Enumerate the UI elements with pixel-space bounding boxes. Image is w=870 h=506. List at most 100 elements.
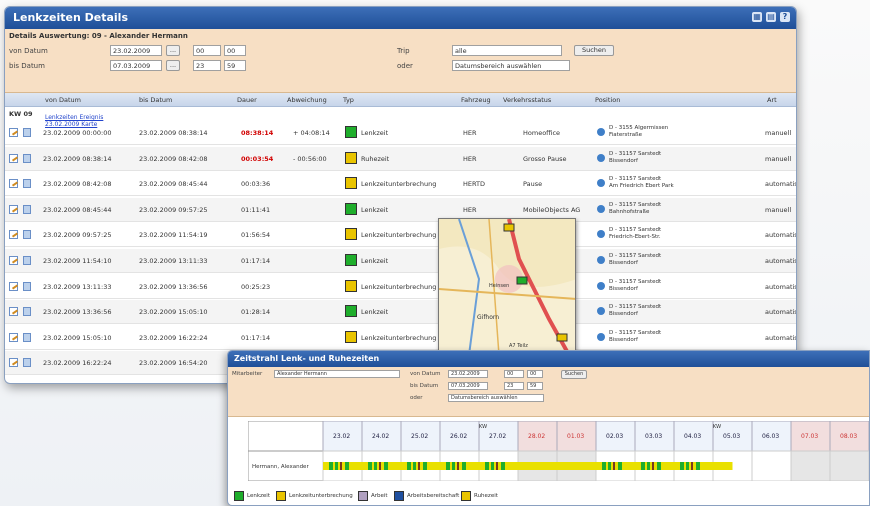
zs-bis-minute[interactable]: 59: [527, 382, 543, 390]
globe-icon[interactable]: [597, 128, 605, 136]
zs-von-minute[interactable]: 00: [527, 370, 543, 378]
cell-dauer: 00:25:23: [241, 282, 271, 291]
table-row[interactable]: 23.02.2009 09:57:25 23.02.2009 11:54:19 …: [5, 223, 796, 248]
table-row[interactable]: 23.02.2009 00:00:00 23.02.2009 08:38:14 …: [5, 121, 796, 145]
window-titlebar: Lenkzeiten Details ▦ ▤ ?: [5, 7, 796, 29]
globe-icon[interactable]: [597, 256, 605, 264]
col-typ[interactable]: Typ: [343, 96, 354, 104]
col-verkehrsstatus[interactable]: Verkehrsstatus: [503, 96, 551, 104]
bis-datum-input[interactable]: 07.03.2009: [110, 60, 162, 71]
von-stunde-input[interactable]: 00: [193, 45, 221, 56]
cell-bis-datum: 23.02.2009 13:11:33: [139, 257, 208, 265]
von-datum-input[interactable]: 23.02.2009: [110, 45, 162, 56]
edit-icon[interactable]: [9, 230, 18, 240]
cell-art: manuell: [765, 205, 792, 214]
col-bis-datum[interactable]: bis Datum: [139, 96, 172, 104]
edit-icon[interactable]: [9, 153, 18, 163]
zs-von-stunde[interactable]: 00: [504, 370, 524, 378]
cell-bis-datum: 23.02.2009 15:05:10: [139, 308, 208, 317]
von-minute-input[interactable]: 00: [224, 45, 246, 56]
delete-icon[interactable]: [23, 281, 31, 291]
trip-select[interactable]: alle: [452, 45, 562, 56]
edit-icon[interactable]: [9, 358, 18, 368]
typ-icon: [345, 305, 357, 318]
edit-icon[interactable]: [9, 204, 18, 214]
delete-icon[interactable]: [23, 128, 31, 137]
delete-icon[interactable]: [23, 204, 31, 214]
delete-icon[interactable]: [23, 332, 31, 342]
zs-bis-stunde[interactable]: 23: [504, 382, 524, 390]
cell-position: D - 31157 Sarstedt Friedrich-Ebert-Str.: [609, 227, 739, 241]
edit-icon[interactable]: [9, 332, 18, 342]
mitarbeiter-label: Mitarbeiter: [232, 371, 263, 377]
zs-von-input[interactable]: 23.02.2009: [448, 370, 488, 378]
zs-suchen-button[interactable]: Suchen: [561, 370, 587, 379]
col-abweichung[interactable]: Abweichung: [287, 96, 327, 104]
cell-art: automatisch: [765, 333, 796, 342]
print-icon[interactable]: ▤: [766, 12, 776, 22]
col-fahrzeug[interactable]: Fahrzeug: [461, 96, 491, 104]
col-dauer[interactable]: Dauer: [237, 96, 257, 104]
von-datum-picker-button[interactable]: ...: [166, 45, 180, 56]
mitarbeiter-select[interactable]: Alexander Hermann: [274, 370, 400, 378]
zs-datumsbereich-select[interactable]: Datumsbereich auswählen: [448, 394, 544, 402]
table-row[interactable]: 23.02.2009 08:42:08 23.02.2009 08:45:44 …: [5, 172, 796, 197]
globe-icon[interactable]: [597, 204, 605, 213]
zeitstrahl-filter: Mitarbeiter Alexander Hermann von Datum …: [228, 367, 869, 417]
export-icon[interactable]: ▦: [752, 12, 762, 22]
globe-icon[interactable]: [597, 179, 605, 188]
activity-lenkzeit: [696, 462, 700, 470]
table-row[interactable]: 23.02.2009 08:38:14 23.02.2009 08:42:08 …: [5, 146, 796, 171]
cell-position: D - 3155 Algermissen Fiaterstraße: [609, 125, 739, 139]
edit-icon[interactable]: [9, 256, 18, 265]
activity-lenkzeit: [608, 462, 611, 470]
delete-icon[interactable]: [23, 153, 31, 163]
timeline-corner: [247, 420, 324, 452]
zs-bis-input[interactable]: 07.03.2009: [448, 382, 488, 390]
delete-icon[interactable]: [23, 307, 31, 317]
bis-datum-picker-button[interactable]: ...: [166, 60, 180, 71]
delete-icon[interactable]: [23, 179, 31, 189]
col-position[interactable]: Position: [595, 96, 620, 104]
cell-von-datum: 23.02.2009 08:38:14: [43, 154, 112, 163]
bis-stunde-input[interactable]: 23: [193, 60, 221, 71]
bis-minute-input[interactable]: 59: [224, 60, 246, 71]
activity-lenkzeit: [491, 462, 494, 470]
table-row[interactable]: 23.02.2009 08:45:44 23.02.2009 09:57:25 …: [5, 197, 796, 222]
zeitstrahl-window: Zeitstrahl Lenk- und Ruhezeiten Mitarbei…: [227, 350, 870, 506]
suchen-button[interactable]: Suchen: [574, 45, 614, 56]
globe-icon[interactable]: [597, 281, 605, 290]
edit-icon[interactable]: [9, 281, 18, 291]
edit-icon[interactable]: [9, 307, 18, 317]
position-line-1: D - 31157 Sarstedt: [609, 227, 662, 234]
edit-icon[interactable]: [9, 128, 18, 137]
position-line-2: Friedrich-Ebert-Str.: [609, 234, 661, 241]
delete-icon[interactable]: [23, 358, 31, 368]
day-label: 04.03: [684, 433, 701, 440]
day-label: 06.03: [762, 433, 779, 440]
table-row[interactable]: 23.02.2009 11:54:10 23.02.2009 13:11:33 …: [5, 249, 796, 273]
table-row[interactable]: 23.02.2009 13:11:33 23.02.2009 13:36:56 …: [5, 275, 796, 299]
cell-art: automatisch: [765, 308, 796, 317]
map-popup[interactable]: Gifhorn Heinsen A7 Teilz: [438, 218, 576, 354]
cell-von-datum: 23.02.2009 13:11:33: [43, 282, 112, 291]
help-icon[interactable]: ?: [780, 12, 790, 22]
legend-swatch: [234, 491, 244, 501]
globe-icon[interactable]: [597, 153, 605, 162]
day-label: 26.02: [450, 433, 467, 440]
delete-icon[interactable]: [23, 256, 31, 265]
globe-icon[interactable]: [597, 230, 605, 239]
zeitstrahl-titlebar: Zeitstrahl Lenk- und Ruhezeiten: [228, 351, 869, 367]
globe-icon[interactable]: [597, 332, 605, 341]
edit-icon[interactable]: [9, 179, 18, 189]
table-row[interactable]: 23.02.2009 15:05:10 23.02.2009 16:22:24 …: [5, 326, 796, 350]
globe-icon[interactable]: [597, 307, 605, 316]
cell-dauer: 00:03:36: [241, 180, 271, 189]
col-art[interactable]: Art: [767, 96, 777, 104]
cell-von-datum: 23.02.2009 11:54:10: [43, 257, 112, 265]
cell-dauer: 01:17:14: [241, 257, 271, 265]
col-von-datum[interactable]: von Datum: [45, 96, 81, 104]
delete-icon[interactable]: [23, 230, 31, 240]
datumsbereich-select[interactable]: Datumsbereich auswählen: [452, 60, 570, 71]
table-row[interactable]: 23.02.2009 13:36:56 23.02.2009 15:05:10 …: [5, 300, 796, 325]
